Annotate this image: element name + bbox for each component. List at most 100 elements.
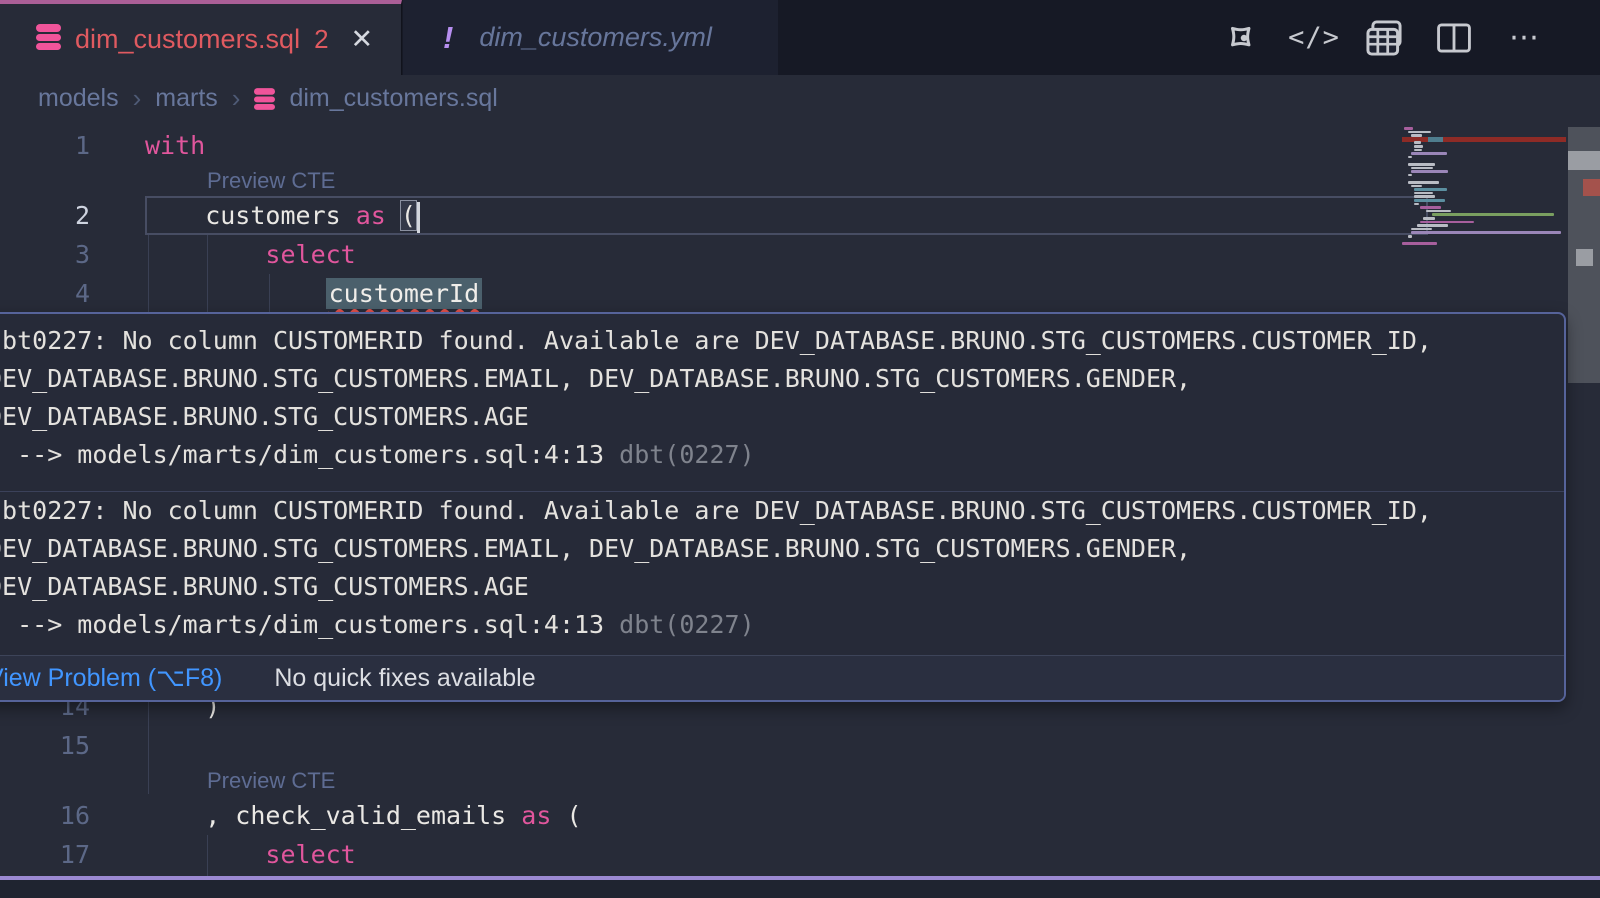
view-problem-link[interactable]: View Problem (⌥F8) xyxy=(0,663,222,693)
line-number: 1 xyxy=(0,126,90,165)
minimap-line xyxy=(1414,141,1421,144)
minimap-line xyxy=(1411,170,1448,173)
overview-ruler-mark xyxy=(1568,151,1600,170)
code-text: customers as ( xyxy=(145,196,420,235)
code-segment: with xyxy=(145,131,205,160)
minimap-line xyxy=(1411,228,1432,231)
error-message-line: DEV_DATABASE.BRUNO.STG_CUSTOMERS.EMAIL, … xyxy=(0,360,1547,398)
breadcrumb-models[interactable]: models xyxy=(38,84,119,113)
panel-sash[interactable] xyxy=(0,876,1600,880)
minimap-line xyxy=(1411,185,1422,188)
minimap-line xyxy=(1402,242,1437,245)
error-text: DEV_DATABASE.BRUNO.STG_CUSTOMERS.EMAIL, … xyxy=(0,364,1191,393)
code-text: select xyxy=(145,235,356,274)
codelens-preview-cte[interactable]: Preview CTE xyxy=(207,165,335,196)
code-segment: select xyxy=(265,240,355,269)
code-segment xyxy=(145,240,265,269)
error-message-line: DEV_DATABASE.BRUNO.STG_CUSTOMERS.AGE xyxy=(0,568,1547,606)
error-message-line: --> models/marts/dim_customers.sql:4:13 … xyxy=(0,606,1547,644)
tab-problem-badge: 2 xyxy=(314,24,328,55)
chevron-right-icon: › xyxy=(133,83,142,114)
code-segment: ( xyxy=(401,201,416,230)
code-line-4[interactable]: 4 customerId xyxy=(0,274,1400,313)
line-number: 15 xyxy=(0,726,90,765)
code-text: customerId xyxy=(145,274,482,313)
codelens-preview-cte[interactable]: Preview CTE xyxy=(207,765,335,796)
code-line-2[interactable]: 2 customers as ( xyxy=(0,196,1400,235)
error-code-ref: dbt(0227) xyxy=(619,610,754,639)
line-number: 17 xyxy=(0,835,90,874)
tab-label: dim_customers.yml xyxy=(479,22,712,53)
more-actions-icon[interactable]: ⋯ xyxy=(1502,16,1546,60)
line-number: 4 xyxy=(0,274,90,313)
code-segment xyxy=(386,201,401,230)
error-text: DEV_DATABASE.BRUNO.STG_CUSTOMERS.AGE xyxy=(0,402,529,431)
error-hover: dbt0227: No column CUSTOMERID found. Ava… xyxy=(0,312,1566,702)
error-message-line: dbt0227: No column CUSTOMERID found. Ava… xyxy=(0,322,1547,360)
minimap-line xyxy=(1408,156,1412,159)
minimap-line xyxy=(1420,206,1441,209)
exclamation-icon: ! xyxy=(443,20,453,56)
editor-toolbar: </> ⋯ xyxy=(1222,0,1546,75)
error-text: DEV_DATABASE.BRUNO.STG_CUSTOMERS.EMAIL, … xyxy=(0,534,1191,563)
minimap-line xyxy=(1420,221,1474,224)
error-message-line: dbt0227: No column CUSTOMERID found. Ava… xyxy=(0,492,1547,530)
minimap[interactable] xyxy=(1402,127,1566,247)
minimap-line xyxy=(1414,203,1419,206)
line-number: 2 xyxy=(0,196,90,235)
code-segment: customers xyxy=(145,201,356,230)
line-number: 16 xyxy=(0,796,90,835)
overview-ruler-mark xyxy=(1576,249,1593,266)
minimap-line xyxy=(1432,213,1554,216)
tab-dim-customers-sql[interactable]: dim_customers.sql 2 ✕ xyxy=(0,0,402,75)
minimap-line xyxy=(1408,131,1431,134)
database-icon xyxy=(36,23,61,56)
code-line-17[interactable]: 17 select xyxy=(0,835,1400,874)
code-line-15[interactable]: 15 xyxy=(0,726,1400,765)
code-text: , check_valid_emails as ( xyxy=(145,796,582,835)
text-cursor xyxy=(417,202,420,233)
code-segment xyxy=(145,840,265,869)
tab-bar: dim_customers.sql 2 ✕ ! dim_customers.ym… xyxy=(0,0,1600,75)
error-text: dbt0227: No column CUSTOMERID found. Ava… xyxy=(0,326,1432,355)
scrollbar[interactable] xyxy=(1568,0,1600,898)
database-icon xyxy=(254,87,275,111)
code-line-16[interactable]: 16 , check_valid_emails as ( xyxy=(0,796,1400,835)
close-icon[interactable]: ✕ xyxy=(351,24,374,55)
hover-status-bar: View Problem (⌥F8) No quick fixes availa… xyxy=(0,655,1564,700)
line-number: 3 xyxy=(0,235,90,274)
code-line-1[interactable]: 1 with xyxy=(0,126,1400,165)
minimap-line xyxy=(1417,224,1448,227)
minimap-line xyxy=(1414,149,1422,152)
overview-ruler-error-mark xyxy=(1583,179,1600,196)
minimap-line xyxy=(1414,192,1433,195)
code-text: select xyxy=(145,835,356,874)
error-text: DEV_DATABASE.BRUNO.STG_CUSTOMERS.AGE xyxy=(0,572,529,601)
tab-label: dim_customers.sql xyxy=(75,24,300,55)
compile-code-icon[interactable]: </> xyxy=(1292,16,1336,60)
chevron-right-icon: › xyxy=(232,83,241,114)
code-segment: ( xyxy=(551,801,581,830)
minimap-line xyxy=(1414,195,1435,198)
code-text: with xyxy=(145,126,205,165)
error-text: --> models/marts/dim_customers.sql:4:13 xyxy=(0,610,619,639)
tab-dim-customers-yml[interactable]: ! dim_customers.yml xyxy=(403,0,778,75)
split-editor-icon[interactable] xyxy=(1432,16,1476,60)
minimap-line xyxy=(1414,188,1447,191)
minimap-line xyxy=(1408,163,1435,166)
error-message-line: DEV_DATABASE.BRUNO.STG_CUSTOMERS.AGE xyxy=(0,398,1547,436)
dbt-icon[interactable] xyxy=(1222,16,1266,60)
code-segment: , check_valid_emails xyxy=(145,801,521,830)
code-line-3[interactable]: 3 select xyxy=(0,235,1400,274)
breadcrumb-file[interactable]: dim_customers.sql xyxy=(289,84,497,113)
minimap-line xyxy=(1411,152,1447,155)
query-results-icon[interactable] xyxy=(1362,16,1406,60)
no-quick-fixes-label: No quick fixes available xyxy=(274,664,535,693)
breadcrumb-marts[interactable]: marts xyxy=(155,84,218,113)
error-message-line: --> models/marts/dim_customers.sql:4:13 … xyxy=(0,436,1547,474)
minimap-line xyxy=(1408,235,1412,238)
hover-divider xyxy=(0,491,1564,492)
error-text: dbt0227: No column CUSTOMERID found. Ava… xyxy=(0,496,1432,525)
minimap-line xyxy=(1423,217,1435,220)
error-token: customerId xyxy=(326,278,483,309)
